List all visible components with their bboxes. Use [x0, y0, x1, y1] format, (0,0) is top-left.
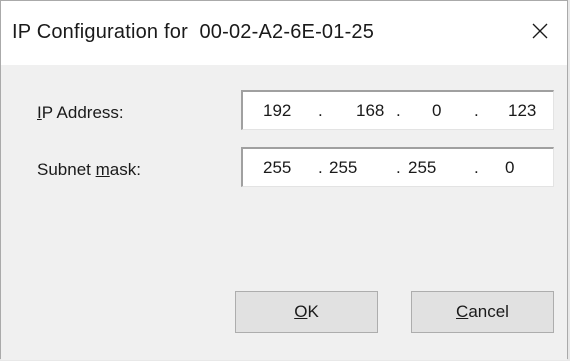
ip-octet-4[interactable]: 123 [508, 101, 536, 121]
ip-dot-2: . [396, 101, 401, 120]
mask-octet-2[interactable]: 255 [329, 158, 357, 178]
ip-dot-3: . [474, 101, 479, 120]
mask-dot-3: . [474, 158, 479, 177]
title-bar: IP Configuration for 00-02-A2-6E-01-25 [1, 1, 567, 65]
ip-octet-2[interactable]: 168 [356, 101, 384, 121]
ok-button[interactable]: OK [235, 291, 378, 333]
subnet-mask-label-pre: Subnet [37, 160, 96, 179]
ok-button-label: K [307, 302, 319, 321]
dialog-body: IP Address: 192 . 168 . 0 . 123 Subnet m… [1, 65, 567, 360]
mask-dot-2: . [396, 158, 401, 177]
mask-dot-1: . [318, 158, 323, 177]
subnet-mask-label-text: ask: [109, 160, 141, 179]
ip-dot-1: . [318, 101, 323, 120]
close-icon [532, 23, 548, 39]
subnet-mask-label-hotkey: m [95, 160, 110, 179]
mask-octet-3[interactable]: 255 [408, 158, 436, 178]
ip-octet-3[interactable]: 0 [432, 101, 441, 121]
ip-configuration-dialog: IP Configuration for 00-02-A2-6E-01-25 I… [0, 0, 568, 360]
ip-address-field[interactable]: 192 . 168 . 0 . 123 [241, 90, 554, 130]
cancel-button-hotkey: C [456, 302, 469, 321]
cancel-button[interactable]: Cancel [411, 291, 554, 333]
ok-button-hotkey: O [294, 302, 308, 321]
close-button[interactable] [513, 9, 567, 53]
subnet-mask-field[interactable]: 255 . 255 . 255 . 0 [241, 147, 554, 187]
ip-address-label: IP Address: [37, 103, 124, 123]
mask-octet-4[interactable]: 0 [505, 158, 514, 178]
subnet-mask-label: Subnet mask: [37, 160, 141, 180]
dialog-title: IP Configuration for 00-02-A2-6E-01-25 [12, 21, 375, 43]
ip-octet-1[interactable]: 192 [263, 101, 291, 121]
mask-octet-1[interactable]: 255 [263, 158, 291, 178]
cancel-button-label: ancel [468, 302, 509, 321]
ip-address-label-text: P Address: [41, 103, 124, 122]
